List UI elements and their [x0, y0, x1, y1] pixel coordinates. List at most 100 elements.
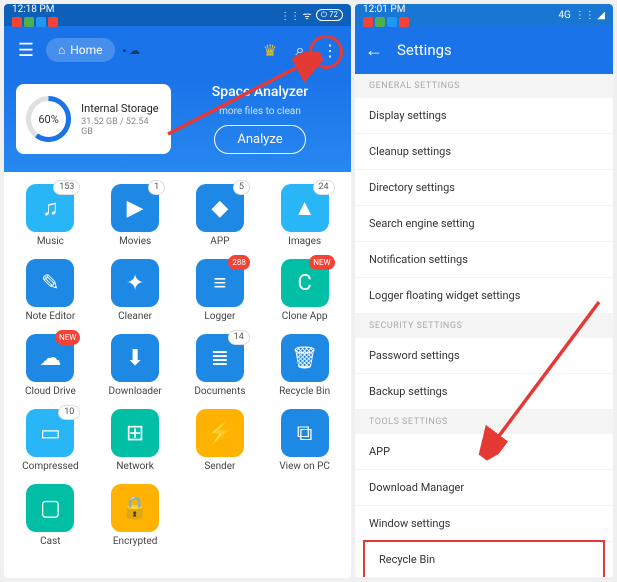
app-label: Sender	[204, 461, 235, 472]
app-icon: CNEW	[281, 259, 329, 307]
app-icon: ⊞	[111, 409, 159, 457]
app-icon: ♫153	[26, 184, 74, 232]
app-label: Music	[37, 236, 64, 247]
app-label: Logger	[204, 311, 235, 322]
badge: NEW	[55, 330, 80, 345]
home-label: Home	[70, 43, 102, 57]
app-label: Note Editor	[25, 311, 75, 322]
app-icon: ⬇	[111, 334, 159, 382]
app-icon: ⚡	[196, 409, 244, 457]
app-indicator-icon	[12, 17, 22, 27]
status-bar: 12:01 PM 4G ⋮⋮ ◢	[355, 4, 613, 26]
app-music[interactable]: ♫153 Music	[10, 180, 91, 251]
settings-row-notification-settings[interactable]: Notification settings	[355, 242, 613, 278]
section-header: GENERAL SETTINGS	[355, 74, 613, 98]
settings-row-display-settings[interactable]: Display settings	[355, 98, 613, 134]
settings-row-cleanup-settings[interactable]: Cleanup settings	[355, 134, 613, 170]
badge: 288	[228, 255, 250, 270]
app-encrypted[interactable]: 🔒Encrypted	[95, 480, 176, 551]
settings-row-window-settings[interactable]: Window settings	[355, 506, 613, 542]
app-clone-app[interactable]: CNEWClone App	[264, 255, 345, 326]
app-documents[interactable]: ≣14 Documents	[180, 330, 261, 401]
app-icon: ▶1	[111, 184, 159, 232]
app-images[interactable]: ▲24Images	[264, 180, 345, 251]
app-icon: ◆5	[196, 184, 244, 232]
settings-row-logger-floating-widget-settings[interactable]: Logger floating widget settings	[355, 278, 613, 314]
app-label: Movies	[119, 236, 151, 247]
badge: 10	[58, 405, 80, 420]
app-cloud-drive[interactable]: ☁NEWCloud Drive	[10, 330, 91, 401]
app-icon: ✎	[26, 259, 74, 307]
app-indicator-icon	[375, 17, 385, 27]
settings-row-app[interactable]: APP	[355, 434, 613, 470]
battery-icon: ⏻ 72	[316, 9, 343, 21]
app-note-editor[interactable]: ✎ Note Editor	[10, 255, 91, 326]
wifi-icon: ⋮⋮ ᯤ	[280, 8, 312, 22]
storage-sub: 31.52 GB / 52.54 GB	[81, 117, 161, 137]
app-icon: ▢	[26, 484, 74, 532]
app-indicator-icon	[387, 17, 397, 27]
badge: 5	[233, 180, 250, 195]
app-label: Compressed	[22, 461, 78, 472]
settings-row-recycle-bin[interactable]: Recycle Bin	[363, 540, 605, 578]
settings-row-backup-settings[interactable]: Backup settings	[355, 374, 613, 410]
app-cleaner[interactable]: ✦ Cleaner	[95, 255, 176, 326]
app-label: Recycle Bin	[279, 386, 330, 397]
app-icon: ≣14	[196, 334, 244, 382]
app-label: Documents	[194, 386, 245, 397]
hero-sub: more files to clean	[219, 106, 301, 117]
app-grid: ♫153Music▶1Movies◆5APP▲24Images✎Note Edi…	[4, 172, 351, 559]
app-label: APP	[210, 236, 229, 247]
app-label: Downloader	[109, 386, 162, 397]
app-indicator-icon	[399, 17, 409, 27]
badge: NEW	[309, 255, 334, 270]
app-indicator-icon	[48, 17, 58, 27]
app-label: Images	[288, 236, 321, 247]
badge: 14	[228, 330, 250, 345]
app-icon: ⧉	[281, 409, 329, 457]
settings-row-search-engine-setting[interactable]: Search engine setting	[355, 206, 613, 242]
settings-list: GENERAL SETTINGSDisplay settingsCleanup …	[355, 74, 613, 578]
app-indicator-icon	[363, 17, 373, 27]
status-time: 12:01 PM	[363, 4, 405, 15]
analyze-button[interactable]: Analyze	[214, 125, 305, 154]
app-app[interactable]: ◆5 APP	[180, 180, 261, 251]
settings-row-password-settings[interactable]: Password settings	[355, 338, 613, 374]
more-menu-icon[interactable]: ⋮	[319, 41, 341, 60]
section-header: SECURITY SETTINGS	[355, 314, 613, 338]
app-icon: 🔒	[111, 484, 159, 532]
settings-row-download-manager[interactable]: Download Manager	[355, 470, 613, 506]
app-recycle-bin[interactable]: 🗑Recycle Bin	[264, 330, 345, 401]
app-label: Cast	[40, 536, 60, 547]
section-header: SYSTEM SETTINGS	[355, 577, 613, 578]
home-button[interactable]: ⌂ Home	[46, 38, 115, 62]
app-cast[interactable]: ▢ Cast	[10, 480, 91, 551]
app-network[interactable]: ⊞Network	[95, 405, 176, 476]
signal-icon: ⋮⋮ ◢	[575, 10, 605, 21]
menu-button[interactable]: ☰	[14, 40, 38, 61]
storage-card[interactable]: 60% Internal Storage 31.52 GB / 52.54 GB	[16, 84, 171, 154]
app-label: Cloud Drive	[25, 386, 76, 397]
app-indicator-icon	[36, 17, 46, 27]
network-label: 4G	[558, 10, 570, 21]
back-button[interactable]: ←	[365, 40, 383, 61]
app-view-on-pc[interactable]: ⧉View on PC	[264, 405, 345, 476]
app-compressed[interactable]: ▭10Compressed	[10, 405, 91, 476]
app-label: Cleaner	[118, 311, 152, 322]
app-downloader[interactable]: ⬇ Downloader	[95, 330, 176, 401]
app-logger[interactable]: ≡288Logger	[180, 255, 261, 326]
badge: 1	[148, 180, 165, 195]
storage-label: Internal Storage	[81, 102, 161, 115]
app-icon: ✦	[111, 259, 159, 307]
topbar: ☰ ⌂ Home ▪ ☁ ♛ ⌕ ⋮	[4, 26, 351, 74]
search-icon[interactable]: ⌕	[289, 40, 311, 60]
app-sender[interactable]: ⚡ Sender	[180, 405, 261, 476]
badge: 24	[313, 180, 335, 195]
settings-row-directory-settings[interactable]: Directory settings	[355, 170, 613, 206]
home-icon: ⌂	[58, 43, 65, 57]
status-time: 12:18 PM	[12, 4, 54, 15]
app-indicator-icon	[24, 17, 34, 27]
crown-icon[interactable]: ♛	[259, 41, 281, 60]
cloud-icon: ▪ ☁	[123, 44, 141, 57]
app-movies[interactable]: ▶1 Movies	[95, 180, 176, 251]
